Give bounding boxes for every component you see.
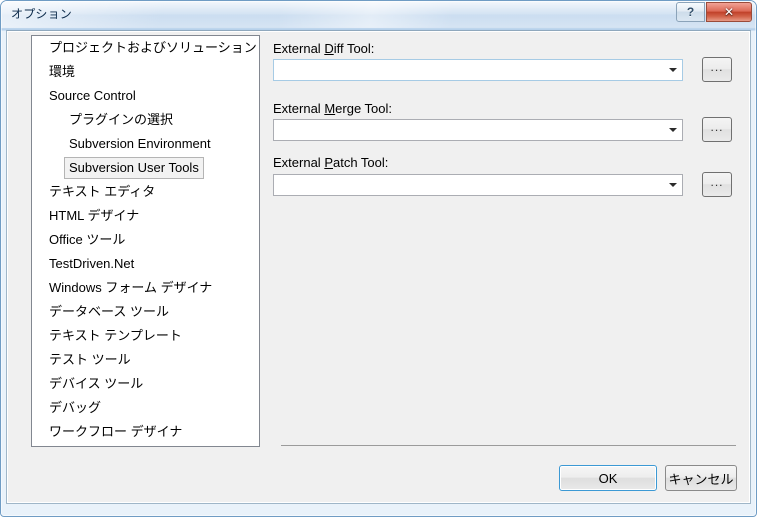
label-text-before: External [273,155,325,170]
label-text-after: iff Tool: [333,41,375,56]
tree-item[interactable]: HTML デザイナ [32,204,259,228]
tree-item[interactable]: テキスト エディタ [32,180,259,204]
chevron-down-icon[interactable] [664,120,682,140]
label-accelerator: D [324,41,334,56]
tree-item-label: データベース ツール [49,304,169,319]
tree-item[interactable]: Subversion User Tools [32,156,259,180]
label-accelerator: M [324,101,336,116]
label-text-before: External [273,101,325,116]
help-icon[interactable]: ? [676,2,705,22]
tree-item[interactable]: Office ツール [32,228,259,252]
cancel-button[interactable]: キャンセル [665,465,737,491]
tree-item-label: テスト ツール [49,352,131,367]
tree-item[interactable]: Windows フォーム デザイナ [32,276,259,300]
tree-item-label: テキスト テンプレート [49,328,182,343]
tree-item[interactable]: デバッグ [32,396,259,420]
subversion-user-tools-pane: External Diff Tool:... External Merge Too… [273,31,743,491]
tree-item-label: Windows フォーム デザイナ [49,280,213,295]
tree-item[interactable]: Source Control [32,84,259,108]
tree-item-label: Subversion User Tools [64,157,204,179]
external-patch-tool-combobox[interactable] [273,174,683,196]
tree-item-label: テキスト エディタ [49,184,156,199]
external-diff-tool-label: External Diff Tool: [273,41,374,56]
tree-item[interactable]: テスト ツール [32,348,259,372]
tree-item-label: ワークフロー デザイナ [49,424,183,439]
tree-item[interactable]: 環境 [32,60,259,84]
external-diff-tool-combobox[interactable] [273,59,683,81]
footer-separator [281,445,736,446]
external-patch-tool-label: External Patch Tool: [273,155,388,170]
tree-item-label: デバイス ツール [49,376,144,391]
tree-item[interactable]: デバイス ツール [32,372,259,396]
external-diff-tool-browse-button[interactable]: ... [702,57,732,82]
tree-item[interactable]: Subversion Environment [32,132,259,156]
chevron-down-icon[interactable] [664,175,682,195]
tree-item[interactable]: プラグインの選択 [32,108,259,132]
label-text-after: atch Tool: [332,155,389,170]
dialog-client-area: プロジェクトおよびソリューション 環境 Source Control プラグインの選択… [6,30,751,504]
tree-item-label: TestDriven.Net [49,256,135,271]
close-icon[interactable]: ✕ [706,2,752,22]
caption-button-group: ? ✕ [676,2,752,22]
tree-item-label: Subversion Environment [69,136,211,151]
tree-item-label: HTML デザイナ [49,208,140,223]
tree-item-label: プラグインの選択 [69,112,174,127]
label-accelerator: P [324,155,333,170]
tree-item-label: Office ツール [49,232,126,247]
external-merge-tool-browse-button[interactable]: ... [702,117,732,142]
tree-item[interactable]: データベース ツール [32,300,259,324]
tree-item[interactable]: プロジェクトおよびソリューション [32,36,259,60]
tree-item[interactable]: TestDriven.Net [32,252,259,276]
options-category-tree[interactable]: プロジェクトおよびソリューション 環境 Source Control プラグインの選択… [31,35,260,447]
external-merge-tool-combobox[interactable] [273,119,683,141]
tree-item[interactable]: ワークフロー デザイナ [32,420,259,444]
external-merge-tool-label: External Merge Tool: [273,101,392,116]
tree-item[interactable]: テキスト テンプレート [32,324,259,348]
chevron-down-icon[interactable] [664,60,682,80]
tree-item-label: プロジェクトおよびソリューション [49,40,257,55]
label-text-before: External [273,41,325,56]
label-text-after: erge Tool: [335,101,393,116]
window-title: オプション [11,7,73,21]
tree-item-label: Source Control [49,88,136,103]
tree-item-label: デバッグ [49,400,102,415]
external-patch-tool-browse-button[interactable]: ... [702,172,732,197]
ok-button[interactable]: OK [559,465,657,491]
options-dialog-window: オプション ? ✕ プロジェクトおよびソリューション 環境 Source Contr… [0,0,757,517]
tree-item-label: 環境 [49,64,76,79]
